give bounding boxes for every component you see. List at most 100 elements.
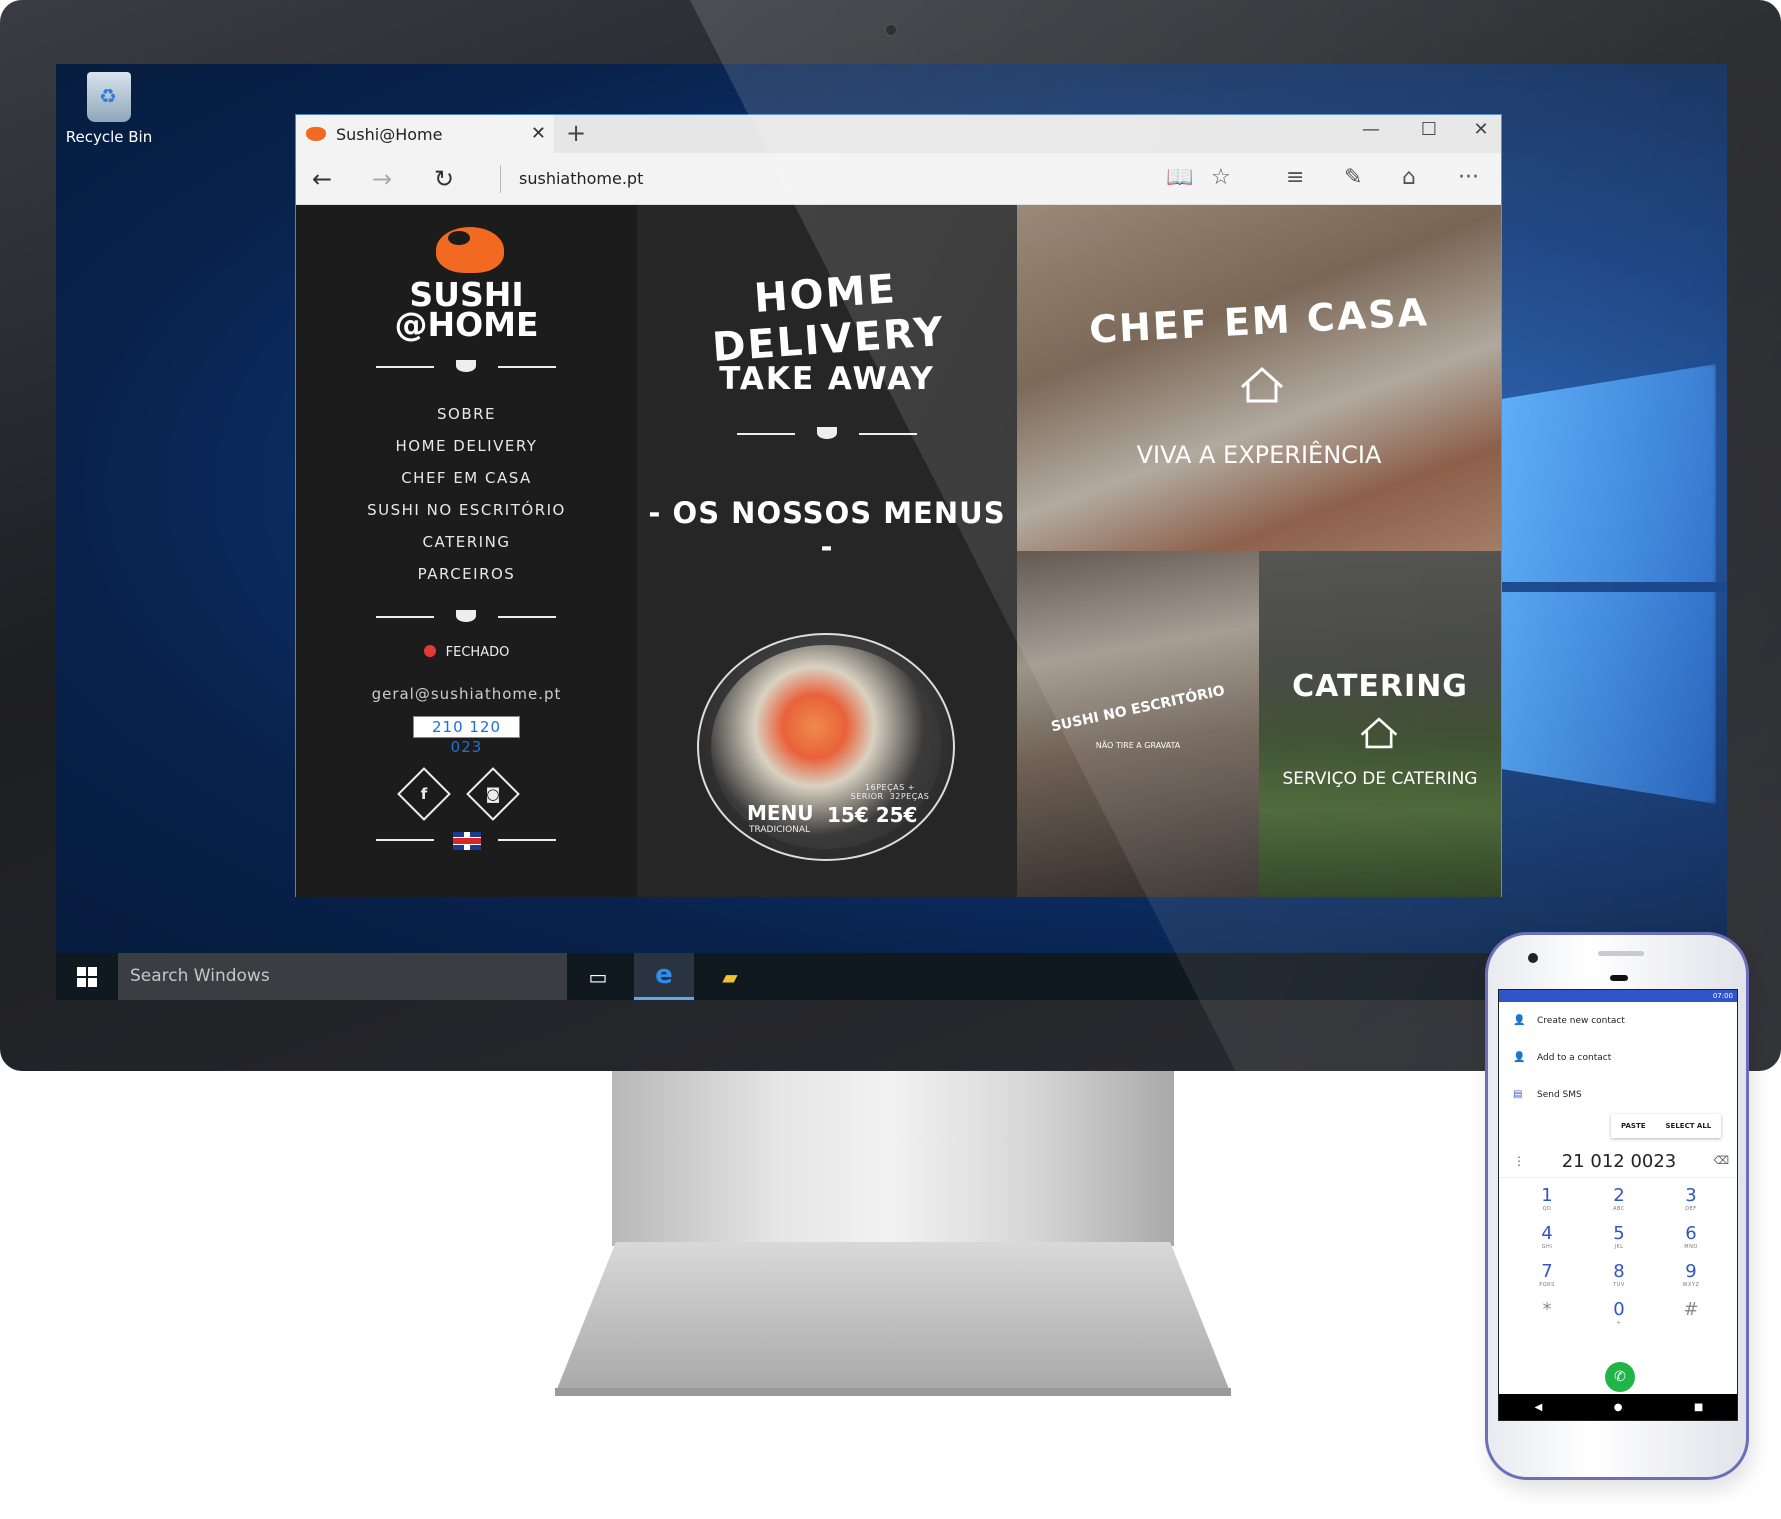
instagram-icon: ◙: [485, 785, 501, 803]
sushi-favicon-icon: [306, 127, 326, 141]
maximize-button[interactable]: ☐: [1409, 119, 1449, 140]
phone-speaker: [1598, 951, 1644, 956]
nav-back-icon[interactable]: ◀: [1535, 1402, 1543, 1413]
edge-icon[interactable]: e: [634, 953, 694, 1000]
hub-icon[interactable]: ≡: [1286, 165, 1304, 190]
contact-email-link[interactable]: geral@sushiathome.pt: [296, 685, 637, 703]
nav-parceiros[interactable]: PARCEIROS: [296, 558, 637, 590]
dial-pad: 1 QD 2 ABC 3 DEF 4 GHI 5 JKL 6 MNO 7 PQRS 8 TUV …: [1511, 1186, 1727, 1334]
edge-browser-window: Sushi@Home ✕ + — ☐ ✕ ← → ↻ sushiathome.p…: [295, 114, 1502, 897]
menu-card-subtitle: TRADICIONAL: [749, 825, 811, 835]
dial-key[interactable]: 4 GHI: [1511, 1224, 1583, 1258]
message-icon: ▤: [1513, 1088, 1523, 1100]
phone-status-bar: 07:00: [1499, 990, 1737, 1002]
dial-key[interactable]: 0 +: [1583, 1300, 1655, 1334]
call-button[interactable]: ✆: [1605, 1362, 1635, 1392]
facebook-button[interactable]: f: [397, 767, 451, 821]
tab-bar: Sushi@Home ✕ + — ☐ ✕: [296, 115, 1501, 153]
tile-chef-em-casa[interactable]: CHEF EM CASA VIVA A EXPERIÊNCIA: [1017, 205, 1501, 551]
web-note-icon[interactable]: ✎: [1344, 165, 1362, 190]
close-window-button[interactable]: ✕: [1461, 119, 1501, 140]
tile-chef-subtitle: VIVA A EXPERIÊNCIA: [1136, 441, 1382, 469]
dial-key[interactable]: 2 ABC: [1583, 1186, 1655, 1220]
house-icon: [1360, 717, 1398, 749]
menu-plate-image[interactable]: MENU TRADICIONAL 16PEÇAS + SERIOR 32PEÇA…: [697, 633, 955, 861]
headline-take-away[interactable]: TAKE AWAY: [637, 361, 1017, 397]
contact-phone-link[interactable]: 210 120 023: [413, 716, 520, 756]
nav-chef-em-casa[interactable]: CHEF EM CASA: [296, 462, 637, 494]
nav-home-delivery[interactable]: HOME DELIVERY: [296, 430, 637, 462]
nav-catering[interactable]: CATERING: [296, 526, 637, 558]
dial-key[interactable]: #: [1655, 1300, 1727, 1334]
new-tab-button[interactable]: +: [566, 119, 586, 147]
divider-leaf-icon: [376, 360, 556, 374]
send-sms-item[interactable]: ▤ Send SMS: [1499, 1076, 1737, 1113]
android-nav-bar: ◀ ● ■: [1499, 1394, 1737, 1420]
dial-key[interactable]: 1 QD: [1511, 1186, 1583, 1220]
task-view-icon[interactable]: ▭: [568, 953, 628, 1000]
menu-price1: 15€: [827, 803, 869, 827]
tile-catering-title: CATERING: [1292, 669, 1468, 704]
dial-key[interactable]: 3 DEF: [1655, 1186, 1727, 1220]
more-options-icon[interactable]: ···: [1458, 165, 1479, 190]
monitor-bezel: Recycle Bin Search Windows ▭ e ▰ ^ Sushi…: [0, 0, 1781, 1071]
refresh-button[interactable]: ↻: [434, 165, 454, 193]
nav-recents-icon[interactable]: ■: [1694, 1402, 1703, 1413]
site-nav: SOBRE HOME DELIVERY CHEF EM CASA SUSHI N…: [296, 398, 637, 590]
paste-button[interactable]: PASTE: [1611, 1114, 1656, 1138]
delivery-column: HOME DELIVERY TAKE AWAY - OS NOSSOS MENU…: [637, 205, 1017, 897]
dial-key[interactable]: 7 PQRS: [1511, 1262, 1583, 1296]
tab-sushiathome[interactable]: Sushi@Home ✕: [296, 115, 554, 153]
nav-home-icon[interactable]: ●: [1614, 1402, 1623, 1413]
recycle-bin-label: Recycle Bin: [65, 128, 153, 146]
nav-sobre[interactable]: SOBRE: [296, 398, 637, 430]
create-contact-item[interactable]: 👤 Create new contact: [1499, 1002, 1737, 1039]
address-bar: ← → ↻ sushiathome.pt 📖 ☆ ≡ ✎ ⌂ ···: [296, 153, 1501, 205]
recycle-bin[interactable]: Recycle Bin: [64, 72, 154, 146]
reading-view-icon[interactable]: 📖: [1166, 165, 1193, 190]
menus-heading: - OS NOSSOS MENUS -: [648, 496, 1006, 564]
phone-camera: [1528, 953, 1538, 963]
tab-close-icon[interactable]: ✕: [531, 123, 546, 144]
house-icon: [1240, 366, 1284, 403]
headline-home-delivery[interactable]: HOME DELIVERY: [634, 258, 1019, 376]
share-icon[interactable]: ⌂: [1402, 165, 1416, 190]
minimize-button[interactable]: —: [1351, 119, 1391, 140]
taskbar: Search Windows ▭ e ▰ ^: [56, 953, 1727, 1000]
file-explorer-icon[interactable]: ▰: [700, 953, 760, 1000]
add-to-contact-item[interactable]: 👤 Add to a contact: [1499, 1039, 1737, 1076]
status-text: FECHADO: [445, 645, 510, 660]
phone-dialer-screen: 07:00 👤 Create new contact 👤 Add to a co…: [1498, 989, 1738, 1421]
dial-key[interactable]: *: [1511, 1300, 1583, 1334]
webcam: [884, 23, 898, 37]
uk-flag-language-icon[interactable]: [453, 832, 481, 850]
dial-key[interactable]: 6 MNO: [1655, 1224, 1727, 1258]
back-button[interactable]: ←: [312, 165, 332, 193]
start-button[interactable]: [56, 953, 118, 1000]
sushi-logo-icon[interactable]: [436, 227, 504, 273]
taskbar-search-input[interactable]: Search Windows: [118, 953, 567, 1000]
dial-key[interactable]: 9 WXYZ: [1655, 1262, 1727, 1296]
tile-catering[interactable]: CATERING SERVIÇO DE CATERING: [1259, 551, 1501, 897]
more-vertical-icon[interactable]: ⋮: [1513, 1154, 1525, 1168]
dial-key[interactable]: 5 JKL: [1583, 1224, 1655, 1258]
menu-option2-label: 32PEÇAS: [889, 792, 930, 801]
tile-catering-subtitle: SERVIÇO DE CATERING: [1282, 769, 1478, 789]
forward-button[interactable]: →: [372, 165, 392, 193]
tile-sushi-no-escritorio[interactable]: SUSHI NO ESCRITÓRIO NÃO TIRE A GRAVATA: [1017, 551, 1259, 897]
menu-price2: 25€: [875, 803, 918, 827]
url-field[interactable]: sushiathome.pt: [519, 169, 643, 188]
backspace-icon[interactable]: ⌫: [1713, 1154, 1729, 1167]
divider-leaf-icon: [737, 427, 917, 441]
phone-call-icon: ✆: [1614, 1369, 1626, 1385]
favorite-star-icon[interactable]: ☆: [1211, 165, 1231, 190]
instagram-button[interactable]: ◙: [466, 767, 520, 821]
nav-sushi-no-escritorio[interactable]: SUSHI NO ESCRITÓRIO: [296, 494, 637, 526]
logo-text-line2[interactable]: @HOME: [296, 305, 637, 344]
closed-status-dot-icon: [423, 645, 436, 657]
tab-title: Sushi@Home: [336, 124, 443, 144]
select-all-button[interactable]: SELECT ALL: [1656, 1114, 1722, 1138]
dialed-number[interactable]: 21 012 0023: [1499, 1146, 1737, 1178]
dial-key[interactable]: 8 TUV: [1583, 1262, 1655, 1296]
phone-status-time: 07:00: [1712, 992, 1733, 1000]
